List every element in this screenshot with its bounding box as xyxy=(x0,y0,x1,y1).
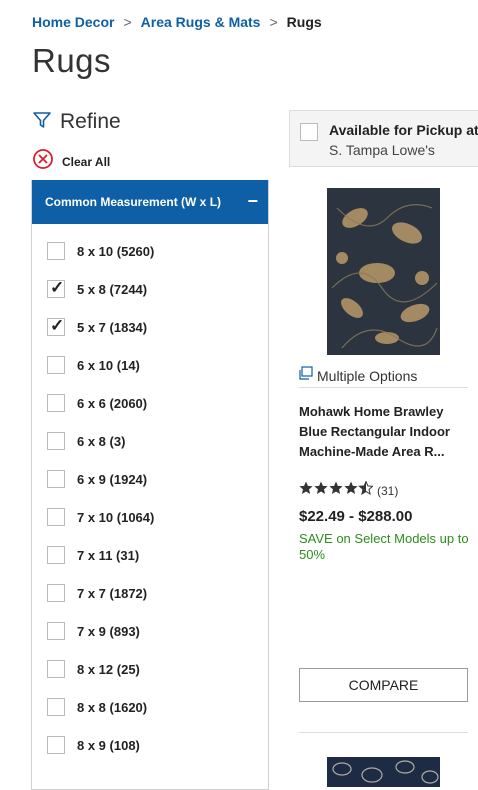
facet-option[interactable]: 6 x 8 (3) xyxy=(47,432,125,450)
facet-option[interactable]: ✓ 5 x 8 (7244) xyxy=(47,278,148,298)
product-price: $22.49 - $288.00 xyxy=(299,508,413,525)
facet-option-label: 5 x 8 (7244) xyxy=(77,281,148,297)
facet-checkbox[interactable] xyxy=(47,394,65,412)
filter-icon xyxy=(32,110,52,135)
breadcrumb-current: Rugs xyxy=(286,14,322,30)
pickup-store: S. Tampa Lowe's xyxy=(329,142,435,158)
facet-checkbox[interactable] xyxy=(47,242,65,260)
facet-option-label: 8 x 10 (5260) xyxy=(77,243,155,259)
pickup-label: Available for Pickup at xyxy=(329,122,478,138)
facet-checkbox[interactable] xyxy=(47,470,65,488)
pickup-filter[interactable]: Available for Pickup at S. Tampa Lowe's xyxy=(289,110,478,167)
multiple-options-label: Multiple Options xyxy=(317,367,418,384)
facet-checkbox[interactable] xyxy=(47,660,65,678)
facet-option[interactable]: 7 x 7 (1872) xyxy=(47,584,147,602)
review-count: (31) xyxy=(377,483,399,498)
checkmark-icon: ✓ xyxy=(50,316,65,335)
divider xyxy=(299,387,468,388)
facet-option-label: 6 x 10 (14) xyxy=(77,357,140,373)
facet-option[interactable]: 8 x 10 (5260) xyxy=(47,242,154,260)
facet-option[interactable]: 6 x 6 (2060) xyxy=(47,394,147,412)
facet-option-label: 8 x 8 (1620) xyxy=(77,699,148,715)
product-name[interactable]: Mohawk Home Brawley Blue Rectangular Ind… xyxy=(299,402,469,462)
multiple-options-link[interactable]: Multiple Options xyxy=(299,366,417,385)
facet-checkbox[interactable] xyxy=(47,698,65,716)
facet-option-label: 7 x 7 (1872) xyxy=(77,585,148,601)
facet-checkbox[interactable] xyxy=(47,622,65,640)
facet-option[interactable]: 7 x 11 (31) xyxy=(47,546,139,564)
rating-stars-icon xyxy=(299,481,374,500)
facet-option[interactable]: 6 x 9 (1924) xyxy=(47,470,147,488)
breadcrumb-separator: > xyxy=(123,14,132,30)
facet-header[interactable]: Common Measurement (W x L) − xyxy=(32,180,268,224)
facet-option[interactable]: 8 x 12 (25) xyxy=(47,660,140,678)
facet-option-label: 7 x 11 (31) xyxy=(77,547,140,563)
facet-checkbox[interactable]: ✓ xyxy=(47,316,65,336)
breadcrumb: Home Decor > Area Rugs & Mats > Rugs xyxy=(32,14,322,30)
breadcrumb-separator: > xyxy=(269,14,278,30)
facet-checkbox[interactable] xyxy=(47,546,65,564)
next-product-image[interactable] xyxy=(327,757,440,787)
clear-all-label: Clear All xyxy=(62,154,111,169)
facet-option-label: 6 x 8 (3) xyxy=(77,433,126,449)
product-rating[interactable]: (31) xyxy=(299,481,398,500)
collapse-icon[interactable]: − xyxy=(247,191,258,212)
checkmark-icon: ✓ xyxy=(50,278,65,297)
facet-option[interactable]: 8 x 8 (1620) xyxy=(47,698,147,716)
facet-option[interactable]: 6 x 10 (14) xyxy=(47,356,140,374)
measurement-facet: Common Measurement (W x L) − 8 x 10 (526… xyxy=(31,180,269,790)
facet-checkbox[interactable] xyxy=(47,508,65,526)
facet-option-label: 5 x 7 (1834) xyxy=(77,319,148,335)
facet-checkbox[interactable] xyxy=(47,736,65,754)
facet-title: Common Measurement (W x L) xyxy=(45,195,222,209)
facet-checkbox[interactable] xyxy=(47,356,65,374)
facet-option-label: 7 x 9 (893) xyxy=(77,623,140,639)
breadcrumb-area-rugs-mats[interactable]: Area Rugs & Mats xyxy=(141,14,261,30)
facet-option-label: 6 x 9 (1924) xyxy=(77,471,148,487)
facet-option-label: 8 x 12 (25) xyxy=(77,661,140,677)
facet-option-label: 6 x 6 (2060) xyxy=(77,395,148,411)
facet-option-label: 8 x 9 (108) xyxy=(77,737,140,753)
facet-option[interactable]: 8 x 9 (108) xyxy=(47,736,140,754)
product-image[interactable] xyxy=(327,188,440,355)
page-title: Rugs xyxy=(32,42,112,79)
clear-all-button[interactable]: Clear All xyxy=(32,148,110,175)
clear-icon xyxy=(32,148,54,175)
facet-checkbox[interactable]: ✓ xyxy=(47,278,65,298)
refine-header: Refine xyxy=(32,109,121,135)
refine-label: Refine xyxy=(60,110,121,133)
compare-button[interactable]: COMPARE xyxy=(299,668,468,702)
facet-option[interactable]: 7 x 9 (893) xyxy=(47,622,140,640)
multiple-options-icon xyxy=(299,366,314,385)
facet-option-label: 7 x 10 (1064) xyxy=(77,509,155,525)
facet-checkbox[interactable] xyxy=(47,584,65,602)
facet-option[interactable]: ✓ 5 x 7 (1834) xyxy=(47,316,148,336)
breadcrumb-home-decor[interactable]: Home Decor xyxy=(32,14,114,30)
divider xyxy=(299,732,468,733)
pickup-checkbox[interactable] xyxy=(300,123,318,141)
promo-text: SAVE on Select Models up to 50% xyxy=(299,531,469,562)
facet-option[interactable]: 7 x 10 (1064) xyxy=(47,508,154,526)
facet-checkbox[interactable] xyxy=(47,432,65,450)
